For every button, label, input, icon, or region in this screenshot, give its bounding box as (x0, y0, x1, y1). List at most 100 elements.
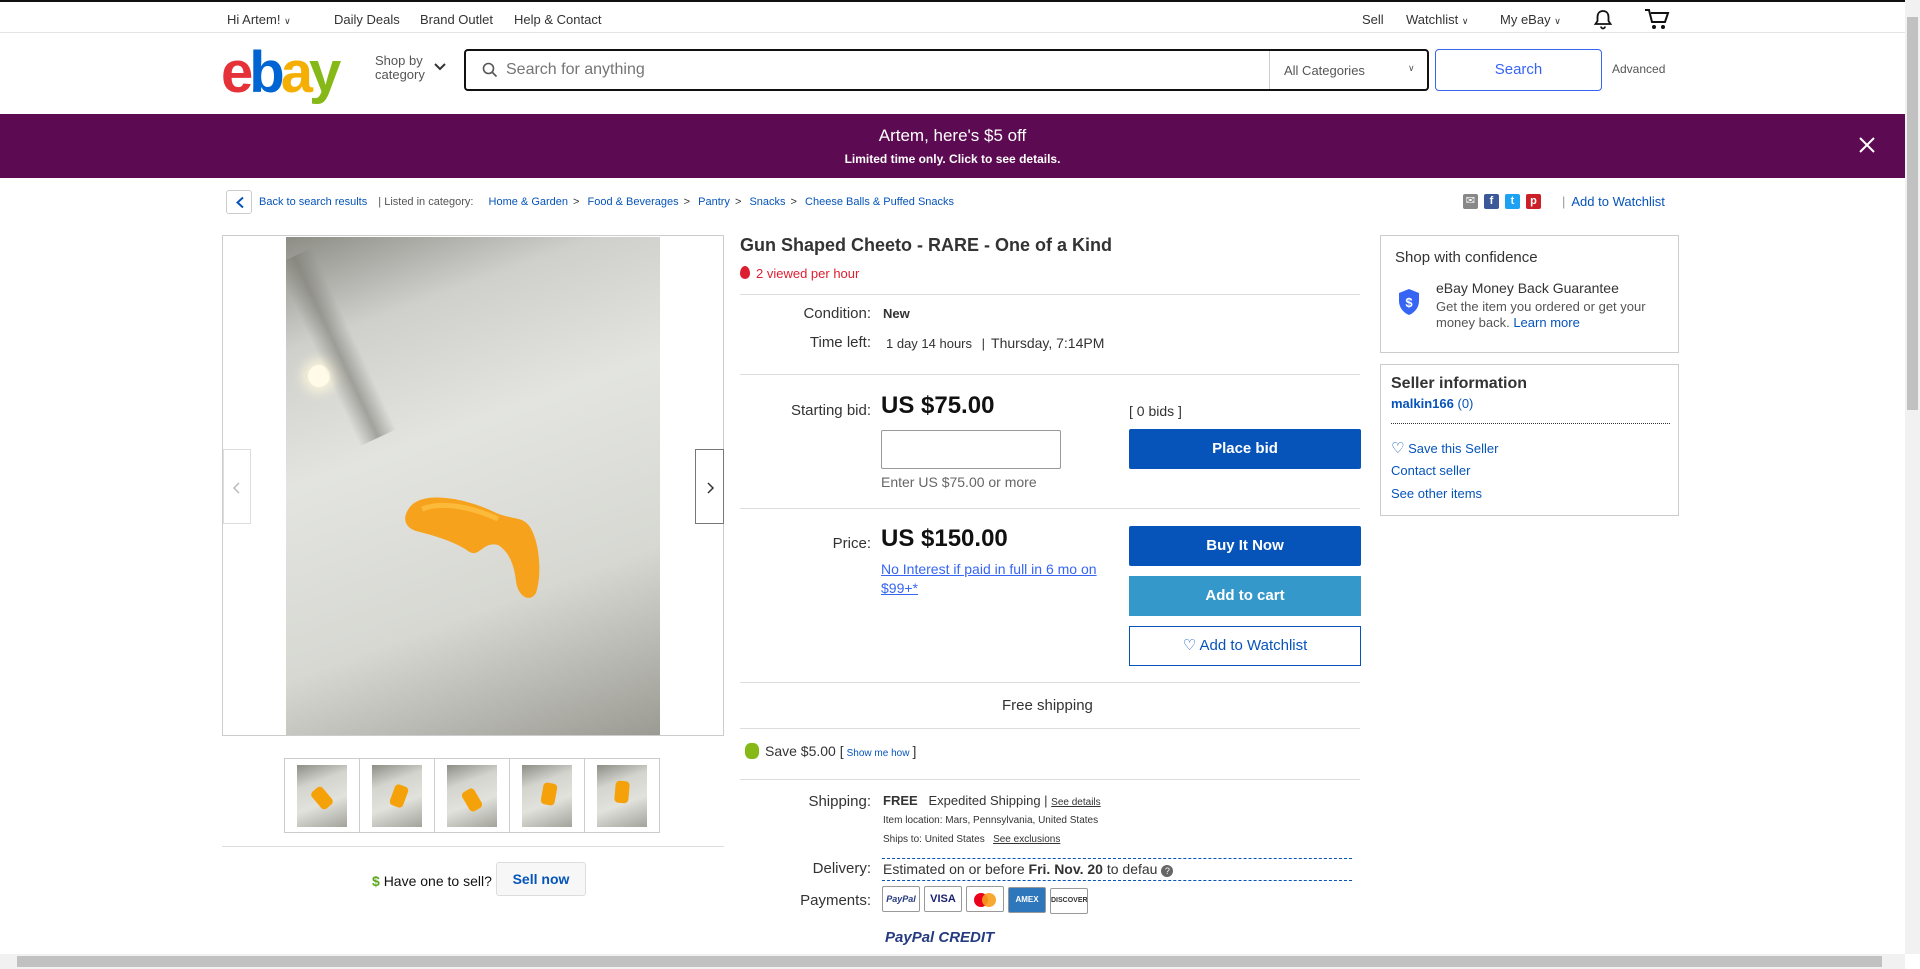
greeting-menu[interactable]: Hi Artem! ∨ (227, 12, 291, 27)
breadcrumb: Back to search results | Listed in categ… (259, 196, 955, 208)
email-icon[interactable]: ✉ (1463, 194, 1478, 210)
no-interest-link[interactable]: No Interest if paid in full in 6 mo on $… (881, 560, 1121, 598)
brand-outlet-link[interactable]: Brand Outlet (420, 12, 493, 27)
shipping-cost: FREE (883, 793, 918, 808)
viewed-per-hour: 2 viewed per hour (740, 266, 859, 281)
back-to-results-link[interactable]: Back to search results (259, 196, 367, 208)
chevron-down-icon: ∨ (284, 16, 291, 26)
search-icon (482, 62, 498, 81)
save-amount: Save $5.00 [ (765, 743, 844, 759)
guarantee-title: eBay Money Back Guarantee (1436, 280, 1619, 296)
shipping-value: FREE Expedited Shipping | See details (883, 793, 1101, 808)
learn-more-link[interactable]: Learn more (1513, 315, 1579, 330)
chevron-down-icon: ∨ (1408, 63, 1415, 73)
advanced-search-link[interactable]: Advanced (1612, 62, 1665, 76)
ships-to-label: Ships to: United States (883, 834, 985, 845)
facebook-icon[interactable]: f (1484, 194, 1499, 210)
show-me-how-link[interactable]: Show me how (847, 748, 910, 759)
my-ebay-label: My eBay (1500, 12, 1551, 27)
see-other-items-link[interactable]: See other items (1391, 486, 1482, 501)
twitter-icon[interactable]: t (1505, 194, 1520, 210)
divider (882, 880, 1352, 881)
time-left-value: 1 day 14 hours | Thursday, 7:14PM (886, 335, 1104, 351)
back-button[interactable] (226, 190, 252, 214)
help-contact-link[interactable]: Help & Contact (514, 12, 601, 27)
vertical-scrollbar-thumb[interactable] (1907, 17, 1918, 410)
ebay-logo[interactable]: ebay (221, 44, 341, 102)
thumbnail[interactable] (584, 758, 660, 833)
sell-now-button[interactable]: Sell now (496, 862, 586, 896)
seller-name-link[interactable]: malkin166 (1391, 396, 1454, 411)
divider: | (981, 336, 986, 351)
ships-to: Ships to: United States See exclusions (883, 834, 1060, 845)
daily-deals-link[interactable]: Daily Deals (334, 12, 400, 27)
breadcrumb-item[interactable]: Pantry (698, 196, 730, 208)
delivery-estimate: Estimated on or before (883, 861, 1025, 877)
bid-amount-input[interactable] (881, 430, 1061, 469)
watchlist-label: Watchlist (1406, 12, 1459, 27)
time-left-end: Thursday, 7:14PM (991, 335, 1105, 351)
bid-count-link[interactable]: [ 0 bids ] (1129, 403, 1182, 419)
shield-icon: $ (1397, 288, 1421, 319)
save-seller-link[interactable]: ♡ Save this Seller (1391, 439, 1498, 457)
see-details-link[interactable]: See details (1051, 797, 1100, 808)
divider: | (1562, 194, 1566, 209)
contact-seller-link[interactable]: Contact seller (1391, 463, 1470, 478)
have-one-to-sell-text: $ Have one to sell? (372, 873, 492, 889)
time-left-duration: 1 day 14 hours (886, 336, 973, 351)
cheeto-image (405, 497, 540, 598)
breadcrumb-item[interactable]: Home & Garden (489, 196, 568, 208)
breadcrumb-item[interactable]: Snacks (749, 196, 785, 208)
chevron-left-icon (232, 482, 240, 494)
shop-by-label: Shop by (375, 53, 423, 68)
guarantee-text: Get the item you ordered or get your mon… (1436, 299, 1646, 331)
watchlist-menu[interactable]: Watchlist ∨ (1406, 12, 1468, 27)
listed-in-label: | Listed in category: (378, 196, 474, 208)
promo-banner[interactable]: Artem, here's $5 off Limited time only. … (0, 114, 1905, 178)
have-one-to-sell: $ Have one to sell? Sell now (222, 846, 724, 896)
add-to-cart-button[interactable]: Add to cart (1129, 576, 1361, 616)
buy-it-now-price: US $150.00 (881, 525, 1008, 552)
horizontal-scrollbar-thumb[interactable] (17, 956, 1882, 967)
add-to-watchlist-link-top[interactable]: | Add to Watchlist (1562, 194, 1665, 209)
close-icon[interactable] (1858, 136, 1876, 157)
seller-info-title: Seller information (1391, 375, 1528, 392)
search-button[interactable]: Search (1435, 49, 1602, 91)
delivery-value: Estimated on or before Fri. Nov. 20 to d… (883, 861, 1174, 877)
main-product-image[interactable] (286, 237, 660, 735)
help-icon[interactable]: ? (1161, 865, 1174, 877)
breadcrumb-item[interactable]: Cheese Balls & Puffed Snacks (805, 196, 954, 208)
breadcrumb-item[interactable]: Food & Beverages (588, 196, 679, 208)
top-nav-bar: Hi Artem! ∨ Daily Deals Brand Outlet Hel… (0, 0, 1905, 33)
add-to-watchlist-button[interactable]: ♡ Add to Watchlist (1129, 626, 1361, 666)
my-ebay-menu[interactable]: My eBay ∨ (1500, 12, 1561, 27)
paypal-icon: PayPal (882, 886, 920, 912)
bell-icon[interactable] (1592, 8, 1614, 33)
thumbnail[interactable] (509, 758, 585, 833)
see-exclusions-link[interactable]: See exclusions (993, 834, 1060, 845)
thumbnail[interactable] (284, 758, 360, 833)
next-image-button[interactable] (695, 449, 724, 524)
shop-by-category-button[interactable]: Shop by category (375, 54, 425, 82)
search-input[interactable] (506, 51, 1266, 89)
place-bid-button[interactable]: Place bid (1129, 429, 1361, 469)
pinterest-icon[interactable]: p (1526, 194, 1541, 210)
thumbnail[interactable] (359, 758, 435, 833)
shipping-method: Expedited Shipping | (928, 793, 1048, 808)
flame-icon (740, 266, 750, 279)
category-label: category (375, 67, 425, 82)
greeting-label: Hi Artem! (227, 12, 281, 27)
amex-icon: AMEX (1008, 887, 1046, 913)
heart-icon: ♡ (1182, 637, 1197, 654)
sell-link[interactable]: Sell (1362, 12, 1384, 27)
shipping-label: Shipping: (808, 793, 871, 810)
cart-icon[interactable] (1644, 7, 1670, 34)
mastercard-icon (966, 886, 1004, 912)
buy-it-now-button[interactable]: Buy It Now (1129, 526, 1361, 566)
thumbnail[interactable] (434, 758, 510, 833)
add-to-watchlist-label: Add to Watchlist (1571, 194, 1665, 209)
seller-feedback-score[interactable]: (0) (1458, 396, 1474, 411)
category-select[interactable]: All Categories ∨ (1269, 51, 1427, 89)
marble-vein (286, 247, 397, 447)
previous-image-button[interactable] (223, 449, 251, 524)
